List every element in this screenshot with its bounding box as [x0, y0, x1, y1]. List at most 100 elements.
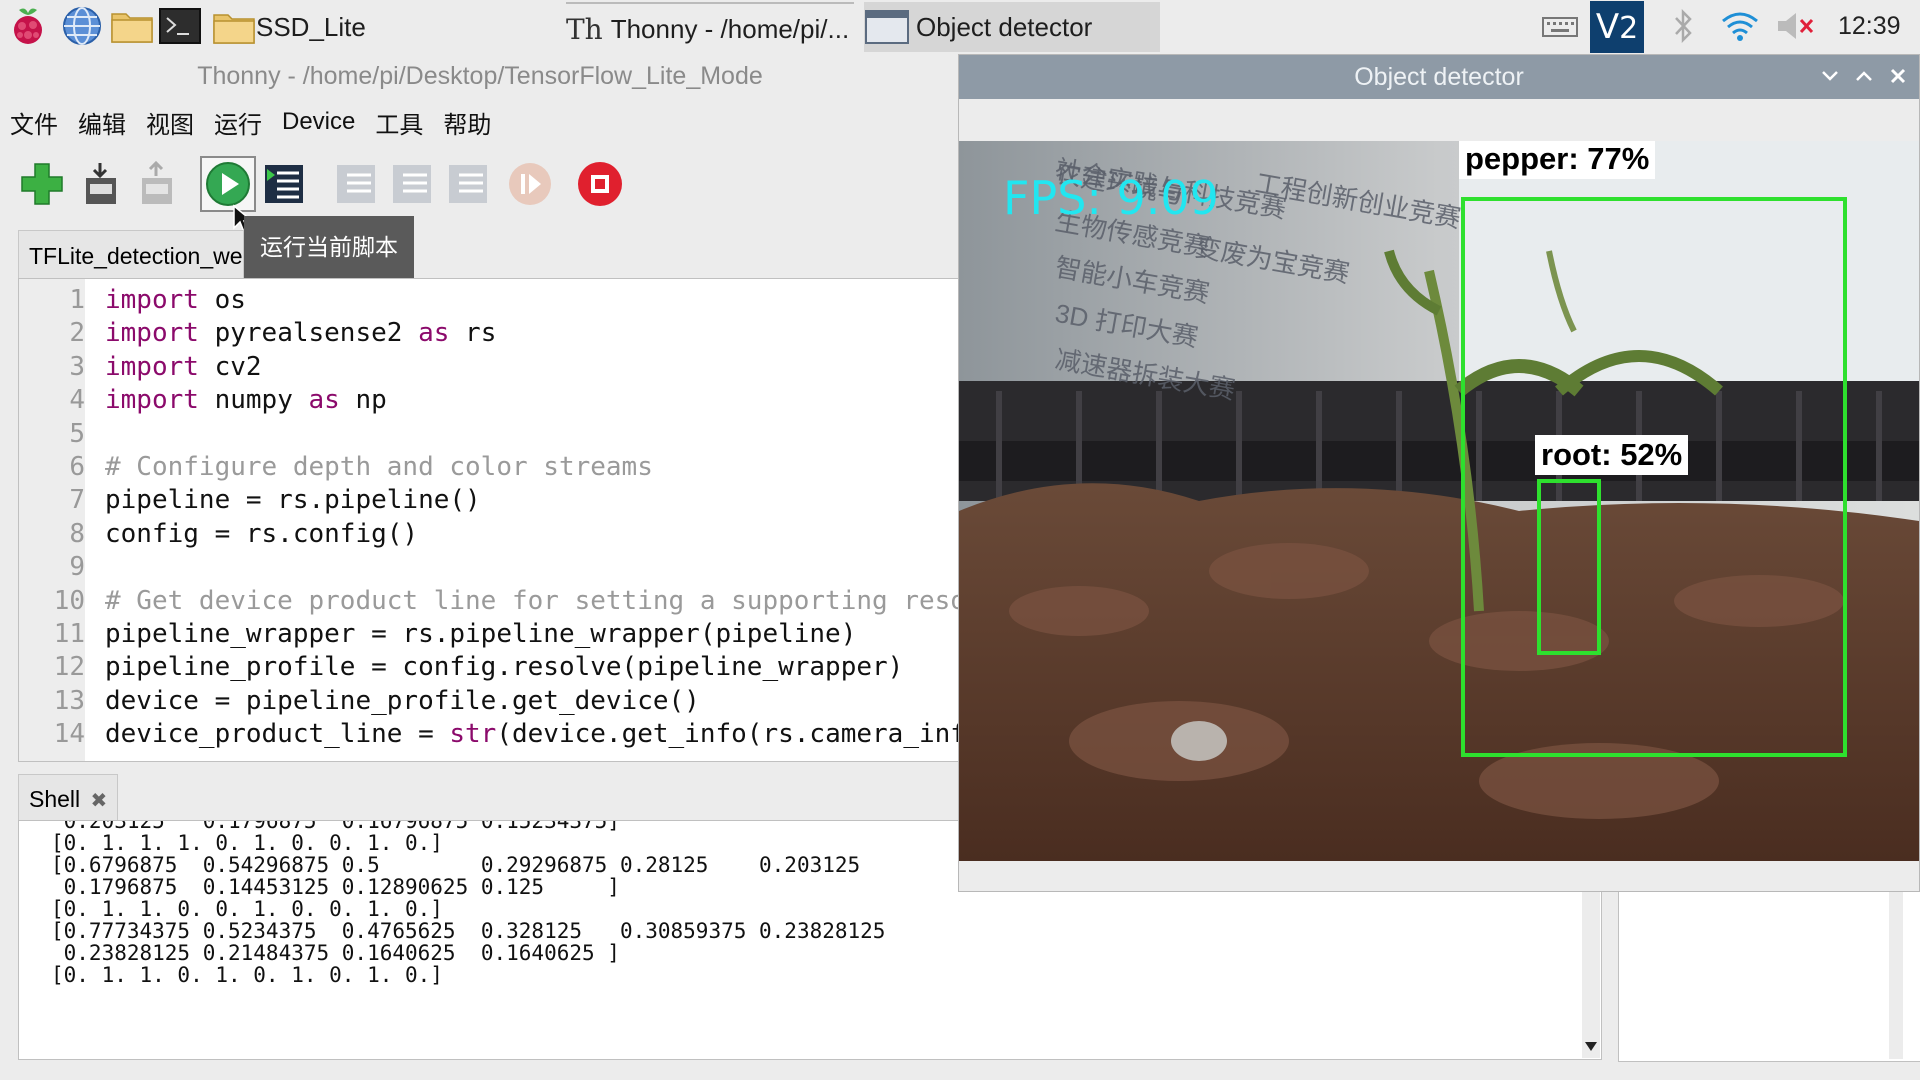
- code-token: config = rs.config(): [105, 518, 419, 549]
- line-number: 4: [69, 385, 85, 416]
- step-over-icon: [337, 165, 375, 203]
- step-over-button[interactable]: [328, 156, 384, 212]
- scroll-down-icon: [1585, 1042, 1597, 1051]
- debug-icon: [265, 165, 303, 203]
- file-manager-folder-icon[interactable]: [110, 6, 154, 46]
- menu-item[interactable]: 工具: [375, 105, 423, 140]
- close-icon[interactable]: ✖: [91, 790, 108, 812]
- menu-item[interactable]: 编辑: [78, 105, 126, 140]
- thonny-title-bar: Thonny - /home/pi/Desktop/TensorFlow_Lit…: [197, 62, 763, 90]
- thonny-th-icon: Th: [566, 12, 603, 46]
- code-token: device_product_line =: [105, 719, 450, 750]
- bluetooth-icon[interactable]: [1664, 6, 1704, 46]
- code-keyword: as: [418, 318, 450, 349]
- code-line[interactable]: pipeline_wrapper = rs.pipeline_wrapper(p…: [105, 619, 856, 649]
- code-token: pipeline_wrapper = rs.pipeline_wrapper(p…: [105, 619, 857, 649]
- code-token: device = pipeline_profile.get_device(): [105, 685, 700, 716]
- stop-button[interactable]: [572, 156, 628, 212]
- run-tooltip: 运行当前脚本: [244, 216, 414, 278]
- shell-output-line: [0. 1. 1. 0. 1. 0. 1. 0. 1. 0.]: [51, 963, 443, 987]
- code-comment: # Get device product line for setting a …: [105, 585, 962, 616]
- code-token: pipeline_profile = config.resolve(pipeli…: [105, 652, 904, 683]
- menu-item[interactable]: 文件: [10, 105, 58, 140]
- line-number: 7: [69, 485, 85, 516]
- step-out-button[interactable]: [440, 156, 496, 212]
- code-line[interactable]: pipeline_profile = config.resolve(pipeli…: [105, 652, 903, 682]
- taskbar-item-ssd-lite[interactable]: SSD_Lite: [212, 2, 452, 52]
- code-line[interactable]: import os: [105, 285, 246, 315]
- line-number: 6: [69, 452, 85, 482]
- line-number: 5: [69, 418, 85, 449]
- menu-item[interactable]: Device: [282, 108, 355, 136]
- terminal-icon[interactable]: [158, 6, 202, 46]
- code-keyword: import: [105, 351, 199, 382]
- plus-icon: [21, 163, 63, 205]
- code-keyword: import: [105, 318, 199, 349]
- code-token: (device.get_info(rs.camera_info.: [496, 719, 962, 750]
- code-line[interactable]: device = pipeline_profile.get_device(): [105, 686, 700, 716]
- code-line[interactable]: import cv2: [105, 352, 262, 382]
- shell-output-line: 0.1796875 0.14453125 0.12890625 0.125 ]: [51, 875, 620, 899]
- line-number: 9: [69, 552, 85, 583]
- keyboard-icon[interactable]: [1540, 6, 1580, 46]
- volume-muted-icon[interactable]: [1774, 6, 1818, 46]
- code-keyword: as: [308, 385, 340, 416]
- maximize-icon[interactable]: [1855, 69, 1873, 83]
- code-editor[interactable]: 1 2 3 4 5 6 7 8 9 10 11 12 13 14 import os import pyre…: [18, 278, 962, 762]
- code-line[interactable]: device_product_line = str(device.get_inf…: [105, 719, 962, 750]
- code-line[interactable]: import numpy as np: [105, 385, 387, 415]
- menu-bar: 文件 编辑 视图 运行 Device 工具 帮助: [10, 102, 491, 142]
- step-into-button[interactable]: [384, 156, 440, 212]
- open-file-icon: [86, 163, 116, 204]
- play-icon: [206, 162, 250, 206]
- code-token: cv2: [198, 351, 262, 382]
- detection-box-pepper: [1461, 197, 1847, 757]
- raspberry-menu-icon[interactable]: [6, 6, 50, 46]
- code-line[interactable]: # Get device product line for setting a …: [105, 585, 962, 616]
- taskbar-item-object-detector[interactable]: Object detector: [864, 2, 1160, 52]
- code-line[interactable]: pipeline = rs.pipeline(): [105, 485, 481, 515]
- code-comment: # Configure depth and color streams: [105, 452, 653, 482]
- line-number-gutter: 1 2 3 4 5 6 7 8 9 10 11 12 13 14: [19, 279, 85, 761]
- detection-label-root: root: 52%: [1535, 435, 1689, 475]
- wifi-icon[interactable]: [1716, 6, 1764, 46]
- close-window-icon[interactable]: [1889, 67, 1907, 85]
- tab-editor-file[interactable]: TFLite_detection_we: [18, 230, 244, 278]
- taskbar-item-label: Object detector: [916, 11, 1093, 42]
- vnc-icon[interactable]: V2: [1590, 1, 1644, 53]
- detection-box-root: [1537, 479, 1601, 655]
- menu-item[interactable]: 帮助: [443, 105, 491, 140]
- line-number: 3: [69, 351, 85, 382]
- code-keyword: import: [105, 285, 199, 315]
- detection-label-pepper: pepper: 77%: [1459, 141, 1656, 179]
- taskbar-item-thonny[interactable]: Th Thonny - /home/pi/...: [566, 2, 854, 54]
- taskbar-item-label: Thonny - /home/pi/...: [610, 13, 850, 44]
- code-line[interactable]: # Configure depth and color streams: [105, 452, 653, 482]
- debug-script-button[interactable]: [256, 156, 312, 212]
- browser-globe-icon[interactable]: [60, 6, 104, 46]
- code-line[interactable]: import pyrealsense2 as rs: [105, 318, 496, 348]
- line-number: 14: [53, 719, 85, 750]
- shell-scrollbar[interactable]: [1582, 890, 1600, 1058]
- camera-feed: 社会实践与科技竞赛 工程创新创业竞赛 变废为宝竞赛 农建环境与 生物传感竞赛 智…: [959, 141, 1919, 861]
- menu-item[interactable]: 视图: [146, 105, 194, 140]
- tab-shell[interactable]: Shell ✖: [18, 774, 118, 820]
- folder-icon: [213, 14, 255, 44]
- open-file-button[interactable]: [72, 156, 128, 212]
- code-keyword: import: [105, 385, 199, 416]
- new-file-button[interactable]: [14, 156, 70, 212]
- detector-title-bar[interactable]: Object detector: [959, 55, 1919, 99]
- save-file-button[interactable]: [128, 156, 184, 212]
- object-detector-window: Object detector 社会实践与科技竞赛 工程创新创业竞赛 变废为宝竞…: [958, 54, 1920, 892]
- line-number: 12: [53, 652, 85, 683]
- code-line[interactable]: config = rs.config(): [105, 519, 418, 549]
- shell-tab-label: Shell: [29, 786, 81, 812]
- side-panel-scrollbar[interactable]: [1889, 891, 1903, 1059]
- minimize-icon[interactable]: [1821, 69, 1839, 83]
- shell-output-line: 0.23828125 0.21484375 0.1640625 0.164062…: [51, 941, 620, 965]
- fps-counter: FPS: 9.09: [1003, 171, 1219, 225]
- code-token: numpy: [198, 385, 309, 416]
- line-number: 11: [53, 619, 85, 649]
- menu-item[interactable]: 运行: [214, 105, 262, 140]
- resume-button[interactable]: [502, 156, 558, 212]
